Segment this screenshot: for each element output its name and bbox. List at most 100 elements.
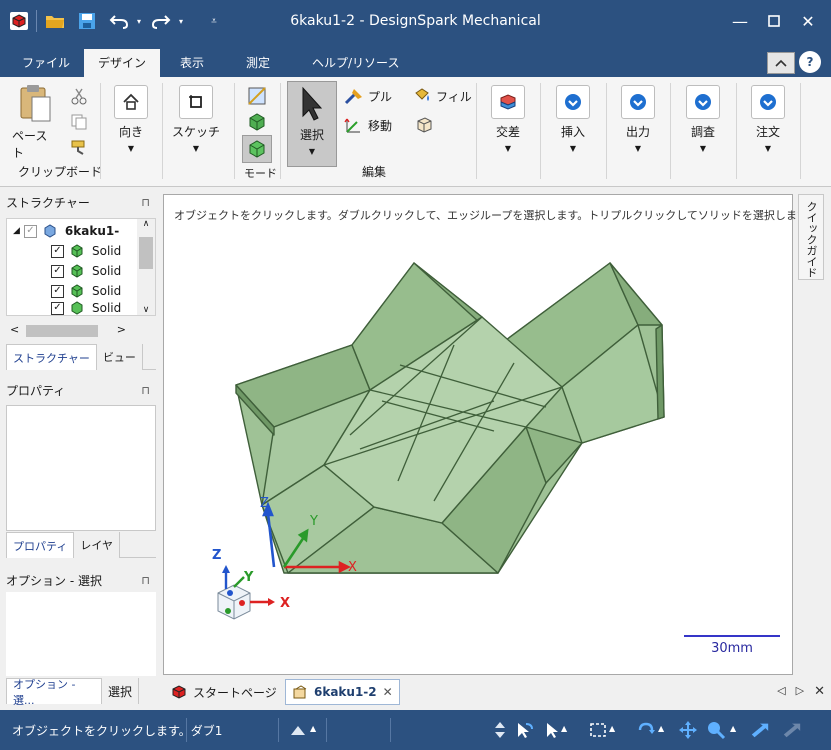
divider [390,718,391,742]
box-select-icon[interactable] [588,720,608,740]
intersect-button[interactable]: 交差 ▼ [488,85,528,153]
scrollbar-thumb[interactable] [26,325,98,337]
maximize-button[interactable] [760,8,788,34]
pin-icon[interactable]: ⊓ [141,384,150,397]
root-checkbox[interactable]: ✓ [23,224,37,238]
tab-select[interactable]: 選択 [102,678,140,704]
app-cube-icon [172,685,186,699]
previous-tab-icon[interactable]: ◁ [777,684,785,699]
close-tab-icon[interactable]: ✕ [383,685,393,699]
orient-button[interactable]: 向き ▼ [112,85,150,153]
next-view-icon[interactable] [782,720,802,740]
copy-icon[interactable] [70,113,88,134]
3d-mode-icon[interactable] [242,135,272,163]
tree-item[interactable]: ✓ Solid [51,241,121,261]
minimize-button[interactable]: — [726,8,754,34]
format-painter-icon[interactable] [70,139,90,160]
tab-view[interactable]: ビュー [96,344,143,370]
tree-item[interactable]: ✓ Solid [51,301,121,315]
visibility-checkbox[interactable]: ✓ [51,244,64,258]
divider [326,718,327,742]
sketch-button[interactable]: スケッチ ▼ [172,85,220,153]
chevron-down-icon: ▼ [699,144,707,153]
scroll-left-icon[interactable]: < [10,323,19,336]
tab-current-document[interactable]: 6kaku1-2 ✕ [285,679,400,705]
left-panel: ストラクチャー ⊓ ◢ ✓ 6kaku1- ✓ Solid ✓ Solid ✓ … [0,190,160,710]
tree-item[interactable]: ✓ Solid [51,261,121,281]
ribbon-panel: ペースト クリップボード 向き ▼ スケッチ ▼ モード 選択 ▼ プル 移動 … [0,77,831,187]
inspect-circle-arrow-icon [686,85,720,119]
pan-icon[interactable] [678,720,698,740]
tab-options-select[interactable]: オプション - 選... [6,678,102,707]
horizontal-scrollbar[interactable]: < > [6,322,156,340]
inspect-button[interactable]: 調査 ▼ [683,85,723,153]
sketch-mode-icon[interactable] [246,85,268,110]
tab-start-page[interactable]: スタートページ [165,679,283,705]
pin-icon[interactable]: ⊓ [141,196,150,209]
scrollbar-thumb[interactable] [139,237,153,269]
quick-guide-tab[interactable]: クイックガイド [798,194,824,280]
clipboard-group-label: クリップボード [18,165,103,179]
pull-button[interactable]: プル [344,87,392,105]
3d-box-edit-icon[interactable] [414,115,434,138]
cube-axis-y-label: Y [243,570,254,585]
close-button[interactable]: ✕ [794,8,822,34]
pin-icon[interactable]: ⊓ [141,574,150,587]
close-all-icon[interactable]: ✕ [814,684,825,699]
scroll-up-icon[interactable]: ∧ [137,219,155,229]
chevron-up-icon[interactable]: ▲ [730,724,736,733]
tab-file[interactable]: ファイル [10,49,82,77]
chevron-up-icon[interactable]: ▲ [658,724,664,733]
section-mode-icon[interactable] [246,111,268,136]
select-button[interactable]: 選択 ▼ [287,81,337,167]
collapse-ribbon-button[interactable] [767,52,795,74]
tab-display[interactable]: 表示 [168,49,216,77]
tab-design[interactable]: デザイン [84,49,160,77]
chevron-up-icon[interactable]: ▲ [609,724,615,733]
chevron-down-icon: ▼ [127,144,135,153]
output-button[interactable]: 出力 ▼ [618,85,658,153]
tab-help-resources[interactable]: ヘルプ/リソース [300,49,411,77]
3d-viewport[interactable]: オブジェクトをクリックします。ダブルクリックして、エッジループを選択します。トリ… [163,194,818,676]
order-button[interactable]: 注文 ▼ [748,85,788,153]
tab-layers[interactable]: レイヤ [74,532,121,558]
triangle-up-icon[interactable] [288,720,308,740]
chevron-up-icon[interactable]: ▲ [561,724,567,733]
visibility-checkbox[interactable]: ✓ [51,264,64,278]
divider [540,83,541,179]
scroll-down-icon[interactable]: ∨ [137,305,155,315]
tree-item[interactable]: ✓ Solid [51,281,121,301]
help-icon[interactable]: ? [799,51,821,73]
status-bar: オブジェクトをクリックします。ダブ1 ▲ ▲ ▲ ▲ ▲ [0,710,831,750]
cut-icon[interactable] [70,87,88,108]
insert-circle-arrow-icon [556,85,590,119]
chevron-up-icon[interactable]: ▲ [310,724,316,733]
tab-properties[interactable]: プロパティ [6,532,75,558]
paste-button[interactable]: ペースト [12,83,58,161]
vertical-scrollbar[interactable]: ∧ ∨ [137,219,155,315]
insert-button[interactable]: 挿入 ▼ [553,85,593,153]
tab-measure[interactable]: 測定 [234,49,282,77]
status-message: オブジェクトをクリックします。ダブ1 [12,724,223,738]
title-bar: ▾ ▾ ⩡ 6kaku1-2 - DesignSpark Mechanical … [0,0,831,44]
visibility-checkbox[interactable]: ✓ [51,284,64,298]
model-geometry[interactable]: X Y Z X Y Z [164,195,794,676]
scroll-right-icon[interactable]: > [117,323,126,336]
previous-view-icon[interactable] [750,720,770,740]
divider [670,83,671,179]
next-tab-icon[interactable]: ▷ [796,684,804,699]
visibility-checkbox[interactable]: ✓ [51,301,64,315]
tab-structure[interactable]: ストラクチャー [6,344,97,370]
undo-select-icon[interactable] [514,720,534,740]
tree-root[interactable]: ◢ ✓ 6kaku1- [13,221,119,241]
expand-triangle-icon[interactable]: ◢ [13,226,20,236]
spin-up-down-icon[interactable] [490,720,510,740]
move-button[interactable]: 移動 [344,115,392,135]
solid-icon [71,301,83,315]
zoom-icon[interactable] [706,720,726,740]
mode-group-label: モード [244,167,277,180]
fill-button[interactable]: フィル [412,87,472,105]
output-circle-arrow-icon [621,85,655,119]
select-cursor-icon[interactable] [542,720,562,740]
rotate-icon[interactable] [636,720,656,740]
